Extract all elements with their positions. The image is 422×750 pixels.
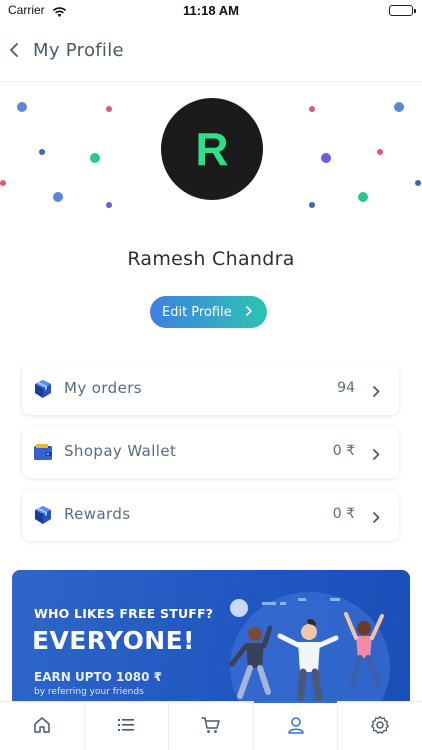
orders-box-icon <box>33 379 53 399</box>
battery-icon <box>389 5 416 16</box>
menu-label: Shopay Wallet <box>64 442 177 460</box>
menu-item-shopay-wallet[interactable]: Shopay Wallet 0 ₹ <box>22 427 399 478</box>
avatar-initial: R <box>195 123 229 175</box>
chevron-right-icon <box>245 305 253 321</box>
jumping-people-illustration <box>229 598 384 710</box>
status-time: 11:18 AM <box>183 3 239 18</box>
menu-item-rewards[interactable]: Rewards 0 ₹ <box>22 490 399 541</box>
wallet-icon <box>33 442 53 462</box>
edit-profile-button[interactable]: Edit Profile <box>150 296 267 328</box>
promo-title: EVERYONE! <box>32 626 195 655</box>
chevron-right-icon <box>372 446 380 465</box>
menu-label: My orders <box>64 379 142 397</box>
tab-profile[interactable] <box>253 701 339 750</box>
nav-header: My Profile <box>0 22 422 82</box>
tab-home[interactable] <box>0 702 85 750</box>
status-bar: Carrier 11:18 AM <box>0 0 422 22</box>
rewards-box-icon <box>33 505 53 525</box>
tab-settings[interactable] <box>338 702 422 750</box>
orders-count: 94 <box>337 380 355 396</box>
user-icon <box>286 715 306 739</box>
tab-cart[interactable] <box>169 702 254 750</box>
user-name: Ramesh Chandra <box>127 248 295 270</box>
menu-label: Rewards <box>64 505 131 523</box>
wallet-balance: 0 ₹ <box>332 443 355 459</box>
avatar[interactable]: R <box>161 98 263 200</box>
list-icon <box>116 715 136 739</box>
bottom-tab-bar <box>0 701 422 750</box>
rewards-balance: 0 ₹ <box>332 506 355 522</box>
tab-categories[interactable] <box>85 702 170 750</box>
promo-earn-amount: EARN UPTO 1080 ₹ <box>34 670 162 684</box>
chevron-right-icon <box>372 509 380 528</box>
promo-headline: WHO LIKES FREE STUFF? <box>34 606 214 621</box>
edit-profile-label: Edit Profile <box>162 304 232 320</box>
home-icon <box>32 715 52 739</box>
promo-subtext: by referring your friends <box>34 687 144 697</box>
referral-promo-banner[interactable]: WHO LIKES FREE STUFF? EVERYONE! EARN UPT… <box>12 570 410 710</box>
cart-icon <box>201 715 221 739</box>
back-chevron-left-icon[interactable] <box>6 39 26 63</box>
gear-icon <box>370 715 390 739</box>
page-title: My Profile <box>33 40 124 61</box>
chevron-right-icon <box>372 383 380 402</box>
menu-item-my-orders[interactable]: My orders 94 <box>22 364 399 415</box>
